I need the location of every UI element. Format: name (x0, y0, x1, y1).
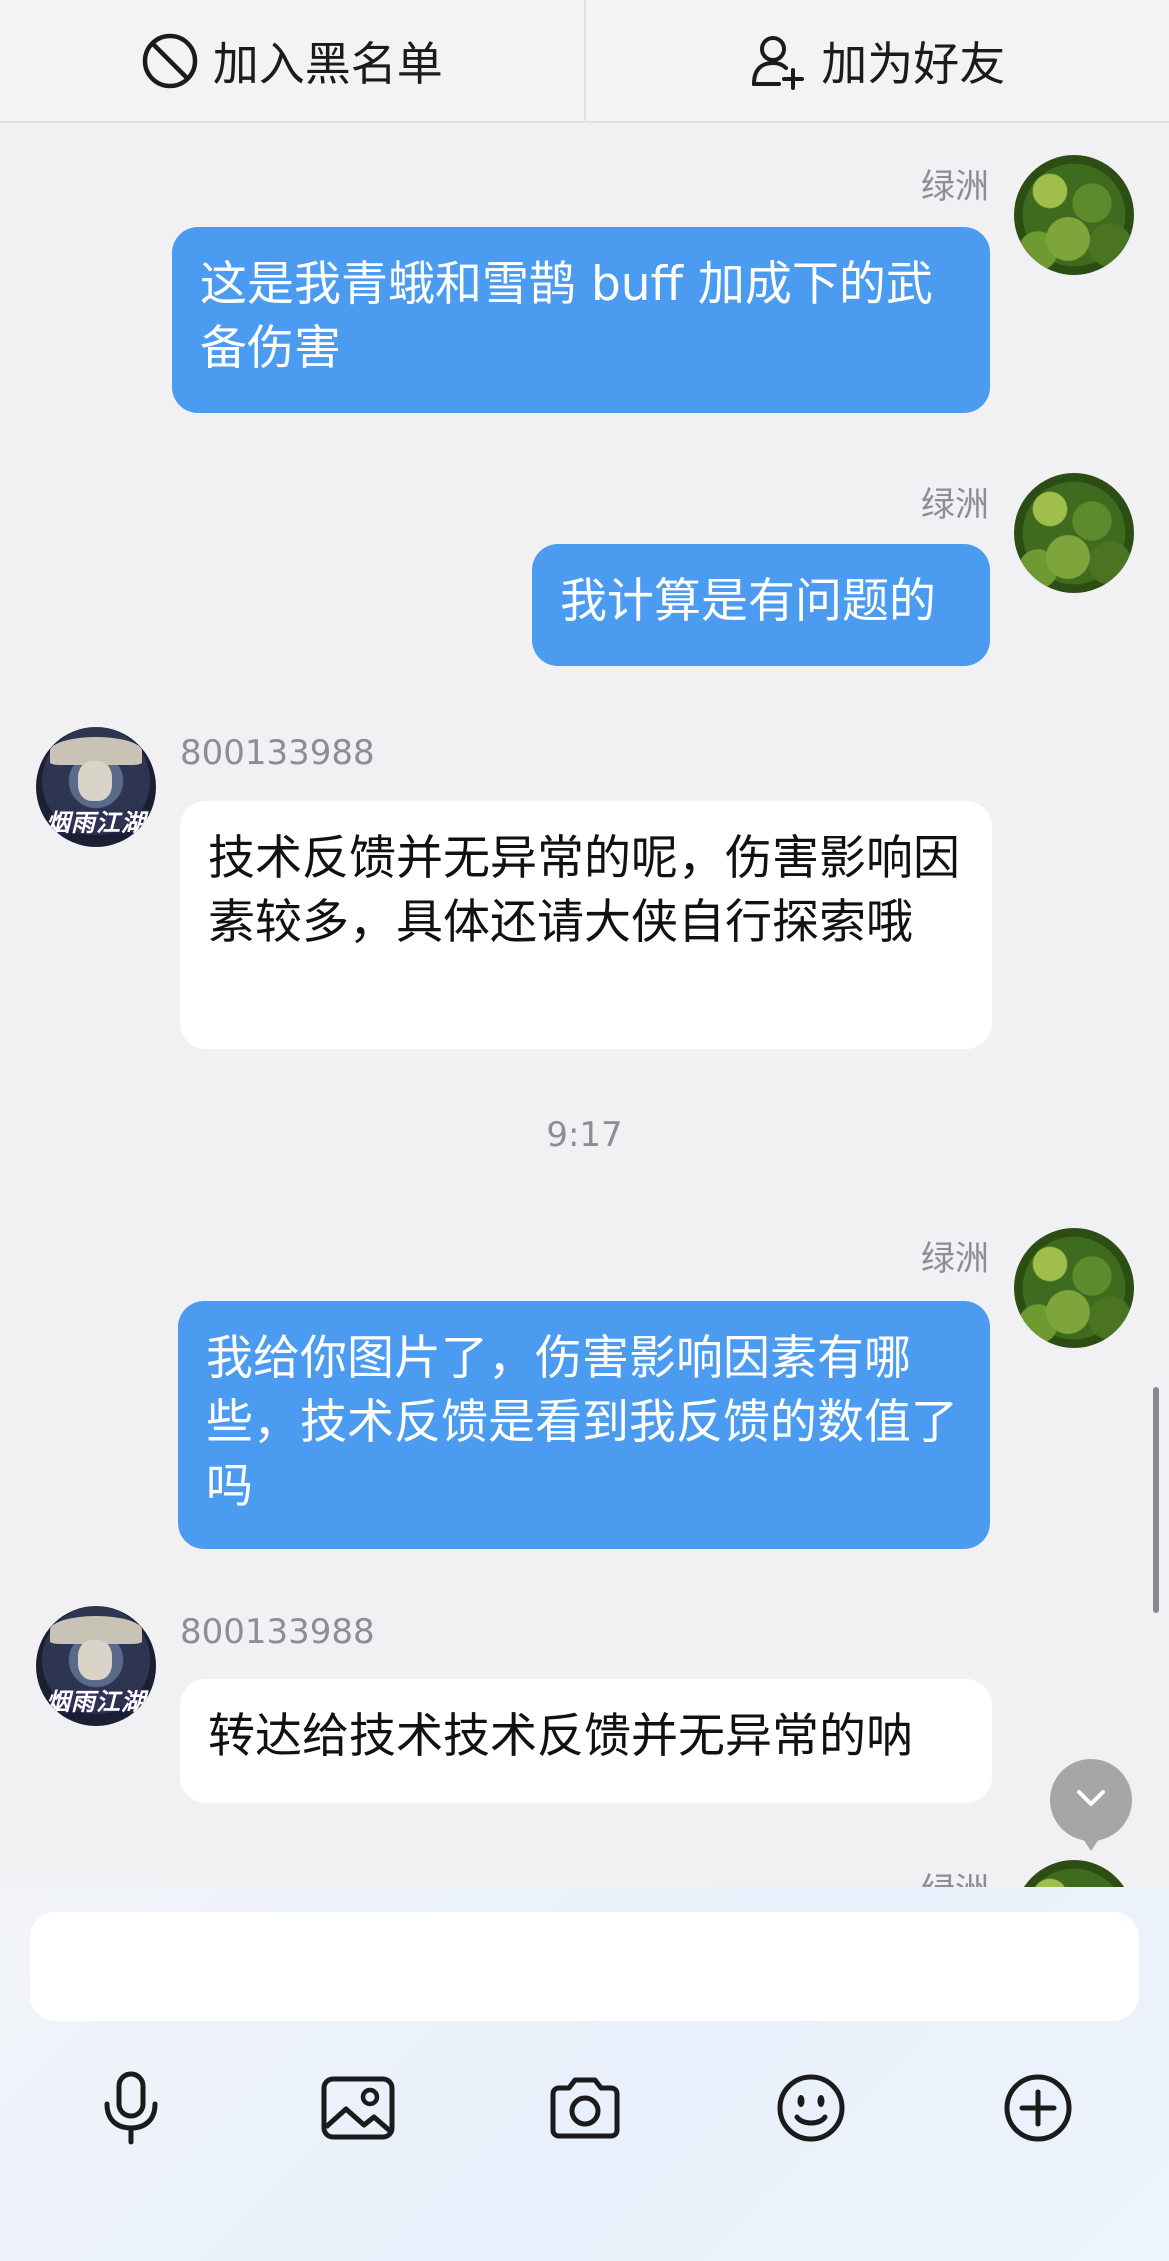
more-button[interactable] (993, 2065, 1083, 2155)
camera-button[interactable] (540, 2065, 630, 2155)
block-icon (141, 32, 199, 90)
avatar-face (78, 761, 112, 801)
message-bubble[interactable]: 技术反馈并无异常的呢，伤害影响因素较多，具体还请大侠自行探索哦 (180, 801, 992, 1049)
top-action-bar: 加入黑名单 加为好友 (0, 0, 1169, 123)
blacklist-button[interactable]: 加入黑名单 (0, 0, 584, 121)
avatar-logo: 烟雨江湖 (46, 1688, 146, 1716)
add-user-icon (749, 32, 807, 90)
voice-button[interactable] (86, 2065, 176, 2155)
avatar[interactable]: 烟雨江湖 (36, 1606, 156, 1726)
scrollbar[interactable] (1153, 1387, 1159, 1613)
chevron-down-icon (1071, 1778, 1111, 1822)
avatar[interactable] (1014, 155, 1134, 275)
avatar-logo: 烟雨江湖 (46, 809, 146, 837)
avatar-face (78, 1640, 112, 1680)
avatar[interactable] (1014, 473, 1134, 593)
add-friend-label: 加为好友 (821, 36, 1006, 91)
emoji-button[interactable] (766, 2065, 856, 2155)
sender-name: 绿洲 (921, 1239, 989, 1279)
camera-icon (547, 2076, 623, 2144)
message-input[interactable] (30, 1912, 1139, 2021)
add-friend-button[interactable]: 加为好友 (586, 0, 1169, 121)
avatar[interactable] (1014, 1860, 1134, 1887)
message-bubble[interactable]: 我给你图片了，伤害影响因素有哪些，技术反馈是看到我反馈的数值了吗 (178, 1301, 990, 1549)
message-list[interactable]: 绿洲 这是我青蛾和雪鹊 buff 加成下的武备伤害 绿洲 我计算是有问题的 烟雨… (0, 123, 1169, 1887)
avatar[interactable] (1014, 1228, 1134, 1348)
message-bubble[interactable]: 转达给技术技术反馈并无异常的呐 (180, 1679, 992, 1803)
sender-name: 绿洲 (921, 485, 989, 525)
blacklist-label: 加入黑名单 (212, 36, 443, 91)
sender-name: 800133988 (180, 733, 375, 773)
sender-name: 绿洲 (921, 167, 989, 207)
composer (0, 1887, 1169, 2261)
timestamp: 9:17 (546, 1115, 623, 1155)
plus-icon (1002, 2072, 1074, 2148)
emoji-icon (775, 2072, 847, 2148)
sender-name: 绿洲 (921, 1863, 989, 1887)
image-button[interactable] (313, 2065, 403, 2155)
scroll-to-bottom-button[interactable] (1050, 1759, 1132, 1851)
microphone-icon (99, 2070, 163, 2150)
message-bubble[interactable]: 我计算是有问题的 (532, 544, 990, 666)
avatar[interactable]: 烟雨江湖 (36, 727, 156, 847)
sender-name: 800133988 (180, 1612, 375, 1652)
message-bubble[interactable]: 这是我青蛾和雪鹊 buff 加成下的武备伤害 (172, 227, 990, 413)
image-icon (320, 2075, 396, 2145)
chat-screen: 加入黑名单 加为好友 绿洲 这是我青蛾和雪鹊 buff 加成下的武备伤害 绿洲 (0, 0, 1169, 2261)
